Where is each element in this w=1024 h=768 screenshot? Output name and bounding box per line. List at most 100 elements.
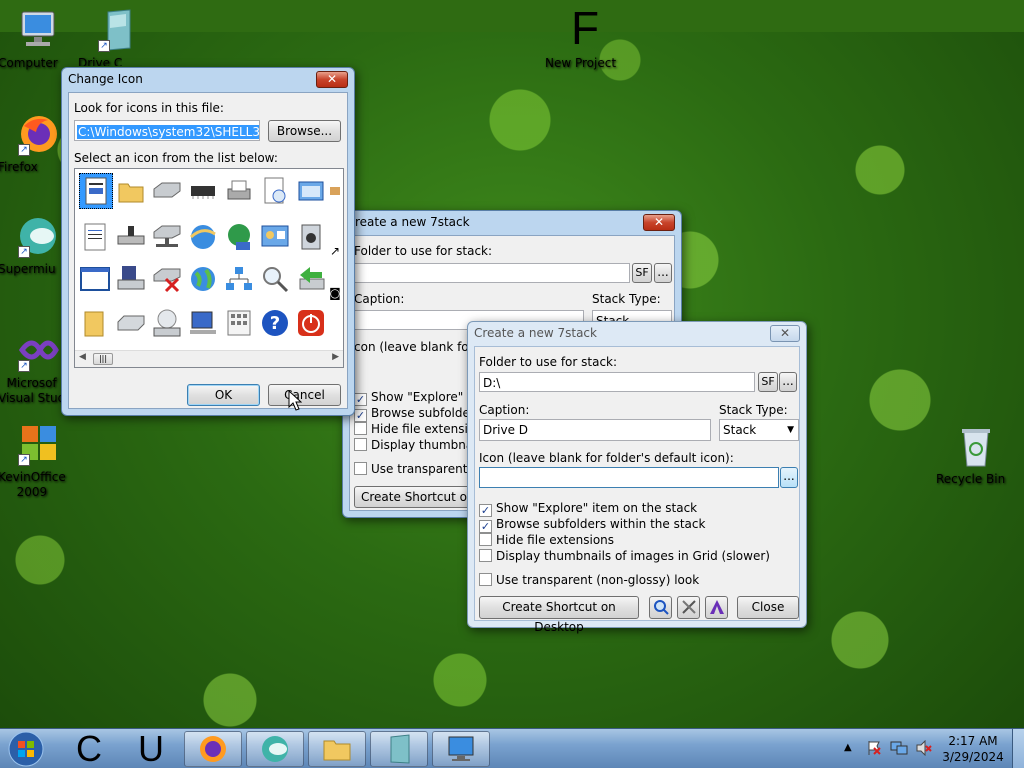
browse-folder-button[interactable]: ...: [654, 263, 672, 283]
close-icon[interactable]: ✕: [316, 71, 348, 88]
internet-globe-icon[interactable]: [187, 221, 219, 253]
browse-folder-button[interactable]: ...: [779, 372, 797, 392]
refresh-stack-button[interactable]: [649, 596, 672, 619]
action-center-icon[interactable]: [866, 740, 882, 768]
network-drive-icon[interactable]: [115, 221, 147, 253]
about-button[interactable]: [705, 596, 728, 619]
checkbox-show-explore[interactable]: ✓ Show "Explore" ite: [354, 390, 483, 406]
network-disk-icon[interactable]: [151, 221, 183, 253]
checkbox-label: Display thumbnails of images in Grid (sl…: [496, 549, 770, 563]
checkbox-transparent[interactable]: Use transparent (n: [354, 462, 484, 476]
svg-text:?: ?: [270, 313, 280, 334]
printer-icon[interactable]: [223, 175, 255, 207]
folder-input[interactable]: [354, 263, 630, 283]
network-icon[interactable]: [223, 263, 255, 295]
kevinoffice-icon: ↗: [16, 422, 60, 466]
document-clock-icon[interactable]: [259, 175, 291, 207]
volume-icon[interactable]: [916, 739, 932, 768]
cancel-button[interactable]: Cancel: [268, 384, 341, 406]
memory-chip-icon[interactable]: [187, 175, 219, 207]
firefox-icon: ↗: [16, 112, 60, 156]
text-document-icon[interactable]: [79, 221, 111, 253]
folder-icon[interactable]: [115, 175, 147, 207]
floppy-drive-icon[interactable]: [115, 263, 147, 295]
browse-icon-button[interactable]: ...: [780, 467, 798, 488]
ok-button[interactable]: OK: [187, 384, 260, 406]
close-button[interactable]: Close: [737, 596, 799, 619]
checkbox-checked-icon: ✓: [479, 520, 492, 533]
icon-input[interactable]: [479, 467, 779, 488]
checkbox-show-explore[interactable]: ✓ Show "Explore" item on the stack: [479, 501, 697, 517]
tools-button[interactable]: [677, 596, 700, 619]
scroll-thumb[interactable]: |||: [93, 353, 113, 365]
scroll-left-icon[interactable]: ◀: [79, 352, 86, 362]
caption-label: Caption:: [354, 292, 405, 306]
change-icon-dialog[interactable]: Change Icon ✕ Look for icons in this fil…: [61, 67, 355, 416]
icon-list[interactable]: ↗ ◙ ? ◀ ||| ▶: [74, 168, 344, 368]
folder-input[interactable]: D:\: [479, 372, 755, 392]
create-shortcut-button[interactable]: Create Shortcut on Desktop: [479, 596, 639, 634]
desktop-icon-new-project[interactable]: F New Project: [545, 4, 625, 70]
file-input[interactable]: C:\Windows\system32\SHELL32.DLL: [74, 120, 260, 141]
stack-window-front[interactable]: Create a new 7stack ✕ Folder to use for …: [467, 321, 807, 634]
blank-window-icon[interactable]: [79, 263, 111, 295]
taskbar-explorer[interactable]: [308, 731, 366, 767]
chevron-down-icon: ▼: [787, 425, 794, 435]
special-folder-button[interactable]: SF: [632, 263, 652, 283]
desktop-icon-recycle-bin[interactable]: Recycle Bin: [936, 424, 1016, 486]
clock-time: 2:17 AM: [948, 734, 998, 748]
network-globe-icon[interactable]: [223, 221, 255, 253]
drive-icon[interactable]: [151, 175, 183, 207]
power-icon[interactable]: [295, 307, 327, 339]
checkbox-browse-subfolders[interactable]: ✓ Browse subfolders: [354, 406, 481, 422]
shortcut-arrow-icon[interactable]: ↗: [327, 235, 343, 267]
checkbox-hide-extensions[interactable]: Hide file extensions: [479, 533, 614, 547]
monitor-icon[interactable]: [187, 307, 219, 339]
calculator-icon[interactable]: [223, 307, 255, 339]
checkbox-transparent[interactable]: Use transparent (non-glossy) look: [479, 573, 699, 587]
caption-input[interactable]: Drive D: [479, 419, 711, 441]
taskbar-firefox[interactable]: [184, 731, 242, 767]
control-panel-icon[interactable]: [259, 221, 291, 253]
taskbar-7stacks[interactable]: [370, 731, 428, 767]
open-folder-icon[interactable]: [79, 307, 111, 339]
partial-icon[interactable]: [327, 175, 343, 207]
scroll-right-icon[interactable]: ▶: [332, 352, 339, 362]
checkbox-thumbnails[interactable]: Display thumbnails of images in Grid (sl…: [479, 549, 770, 563]
monitor-icon: [448, 736, 474, 761]
speaker-icon[interactable]: [295, 221, 327, 253]
stack-type-select[interactable]: Stack ▼: [719, 419, 799, 441]
disconnected-drive-icon[interactable]: [151, 263, 183, 295]
window-icon[interactable]: [295, 175, 327, 207]
horizontal-scrollbar[interactable]: ◀ ||| ▶: [75, 350, 343, 367]
globe-icon[interactable]: [187, 263, 219, 295]
browse-button[interactable]: Browse...: [268, 120, 341, 142]
taskbar-supermium[interactable]: [246, 731, 304, 767]
taskbar-pinned-c[interactable]: C: [60, 728, 118, 768]
special-folder-button[interactable]: SF: [758, 372, 778, 392]
cd-drive-icon[interactable]: [151, 307, 183, 339]
arrow-left-icon[interactable]: [295, 263, 327, 295]
checkbox-thumbnails[interactable]: Display thumbnail: [354, 438, 480, 452]
visual-studio-icon: ↗: [16, 328, 60, 372]
search-icon[interactable]: [259, 263, 291, 295]
checkbox-hide-extensions[interactable]: Hide file extension: [354, 422, 483, 436]
desktop-icon-drive-c[interactable]: ↗ Drive C: [78, 8, 158, 66]
show-hidden-icons[interactable]: ▲: [844, 742, 852, 768]
hard-drive-icon[interactable]: [115, 307, 147, 339]
help-icon[interactable]: ?: [259, 307, 291, 339]
partial-icon[interactable]: ◙: [327, 277, 343, 309]
checkbox-browse-subfolders[interactable]: ✓ Browse subfolders within the stack: [479, 517, 705, 533]
close-icon[interactable]: ✕: [643, 214, 675, 231]
taskbar-pinned-u[interactable]: U: [122, 728, 180, 768]
show-desktop-button[interactable]: [1012, 729, 1024, 768]
taskbar-desktop[interactable]: [432, 731, 490, 767]
start-button[interactable]: [4, 730, 48, 768]
desktop-icon-computer[interactable]: Computer: [0, 8, 78, 70]
clock[interactable]: 2:17 AM 3/29/2024: [940, 733, 1006, 768]
blank-document-icon[interactable]: [79, 173, 113, 209]
shortcut-arrow-icon: ↗: [18, 144, 30, 156]
network-icon[interactable]: [890, 740, 908, 768]
close-icon[interactable]: ✕: [770, 325, 800, 342]
desktop-icon-kevinoffice[interactable]: ↗ KevinOffice 2009: [0, 422, 78, 499]
